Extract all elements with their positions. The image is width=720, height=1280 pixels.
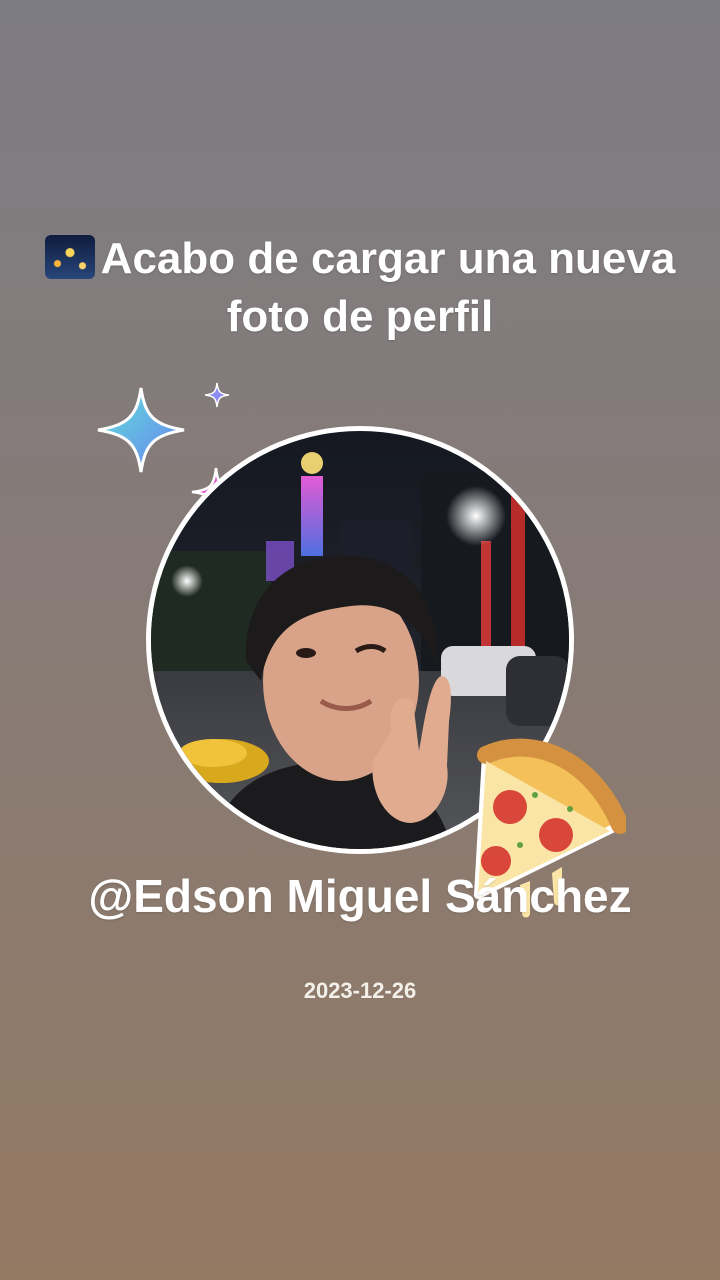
sparkle-icon <box>204 382 230 408</box>
username: @Edson Miguel Sánchez <box>88 870 632 922</box>
post-date: 2023-12-26 <box>303 978 417 1003</box>
sparkle-icon <box>97 387 185 473</box>
headline-text: Acabo de cargar una nueva foto de perfil <box>100 234 676 341</box>
headline: Acabo de cargar una nueva foto de perfil <box>40 230 680 346</box>
fireworks-icon <box>44 235 95 279</box>
